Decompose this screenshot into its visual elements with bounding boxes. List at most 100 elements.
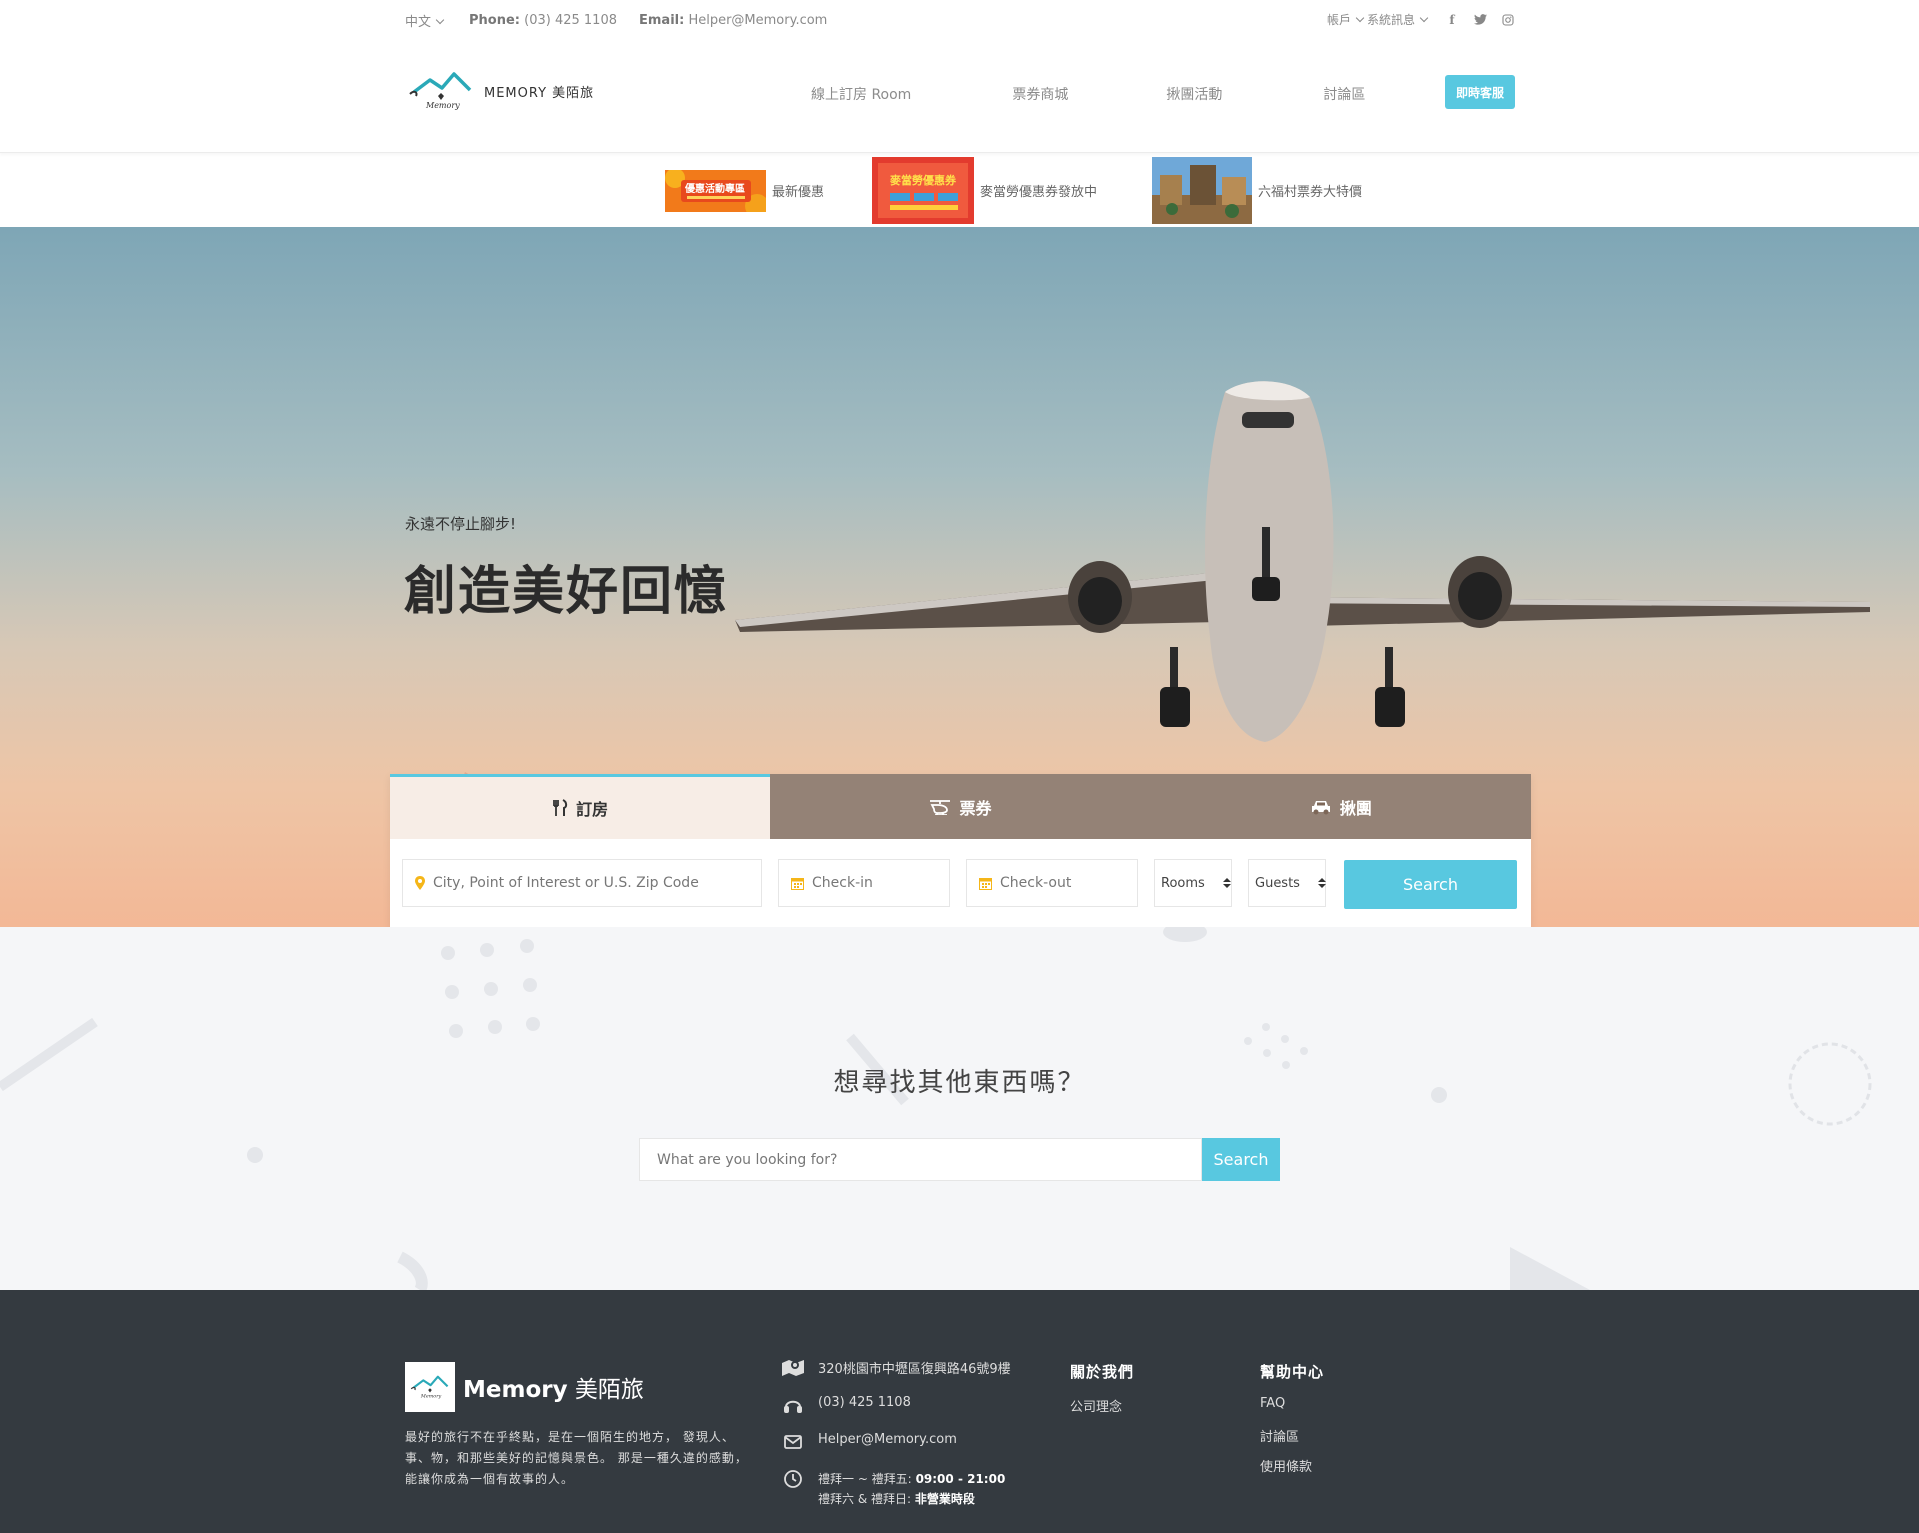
hours-weekday-label: 禮拜一 ~ 禮拜五: <box>818 1472 912 1486</box>
footer-link-terms[interactable]: 使用條款 <box>1260 1456 1324 1486</box>
promo-label: 六福村票券大特價 <box>1258 185 1363 200</box>
select-arrows-icon <box>1317 878 1326 888</box>
checkout-input[interactable]: Check-out <box>966 859 1138 907</box>
logo-icon: Memory <box>409 72 472 110</box>
footer-logo: Memory <box>405 1362 455 1412</box>
account-menu[interactable]: 帳戶 <box>1327 11 1367 28</box>
search-section: 想尋找其他東西嗎？ What are you looking for? Sear… <box>0 927 1919 1290</box>
instagram-icon[interactable] <box>1501 13 1515 27</box>
promo-label: 最新優惠 <box>772 185 825 200</box>
tab-tickets[interactable]: 票券 <box>770 774 1151 839</box>
hours-weekday-time: 09:00 - 21:00 <box>915 1472 1006 1486</box>
promo-item-leofoo[interactable]: 六福村票券大特價 <box>1152 154 1362 227</box>
calendar-icon <box>979 877 992 890</box>
checkin-input[interactable]: Check-in <box>778 859 950 907</box>
footer-link-forum[interactable]: 討論區 <box>1260 1426 1324 1456</box>
svg-text:優惠活動專區: 優惠活動專區 <box>684 182 745 195</box>
rooms-value: Rooms <box>1161 875 1205 891</box>
nav-item-groups[interactable]: 揪團活動 <box>1166 84 1222 104</box>
logo-icon: Memory <box>410 1375 449 1399</box>
svg-text:麥當勞優惠券: 麥當勞優惠券 <box>889 173 957 187</box>
guests-value: Guests <box>1255 875 1300 891</box>
main-navbar: Memory MEMORY 美陌旅 線上訂房 Room 票券商城 揪團活動 討論… <box>0 40 1919 153</box>
promo-label: 麥當勞優惠券發放中 <box>980 185 1098 200</box>
footer-contact: 320桃園市中壢區復興路46號9樓 (03) 425 1108 Helper@M… <box>782 1358 1011 1509</box>
helicopter-icon <box>930 799 951 815</box>
footer-brand[interactable]: Memory Memory 美陌旅 <box>405 1362 644 1412</box>
logo-text: MEMORY 美陌旅 <box>484 85 595 101</box>
site-search-button[interactable]: Search <box>1202 1138 1280 1181</box>
location-placeholder: City, Point of Interest or U.S. Zip Code <box>433 875 699 891</box>
map-icon <box>782 1358 804 1378</box>
phone-value: (03) 425 1108 <box>524 13 617 28</box>
footer-help-title: 幫助中心 <box>1260 1363 1325 1381</box>
headset-icon <box>782 1395 804 1415</box>
footer-hours: 禮拜一 ~ 禮拜五: 09:00 - 21:00 禮拜六 & 禮拜日: 非營業時… <box>782 1469 1011 1509</box>
promo-item-deals[interactable]: 優惠活動專區 最新優惠 <box>665 154 824 227</box>
nav-item-room[interactable]: 線上訂房 Room <box>811 84 911 104</box>
rooms-select[interactable]: Rooms <box>1154 859 1232 907</box>
site-search-placeholder: What are you looking for? <box>657 1151 838 1168</box>
phone-label: Phone: <box>469 13 520 28</box>
email-value[interactable]: Helper@Memory.com <box>688 13 827 28</box>
clock-icon <box>782 1469 804 1489</box>
search-section-title: 想尋找其他東西嗎？ <box>833 1068 1086 1098</box>
footer-brand-zh: 美陌旅 <box>574 1377 644 1403</box>
top-bar: 中文 Phone: (03) 425 1108 Email: Helper@Me… <box>0 0 1919 40</box>
booking-search-button[interactable]: Search <box>1344 860 1517 909</box>
hero-eyebrow: 永遠不停止腳步! <box>405 515 517 533</box>
footer-phone: (03) 425 1108 <box>782 1395 1011 1432</box>
svg-text:Memory: Memory <box>425 101 460 110</box>
twitter-icon[interactable] <box>1473 13 1487 27</box>
facebook-icon[interactable]: f <box>1445 13 1459 27</box>
select-arrows-icon <box>1222 878 1231 888</box>
envelope-icon <box>782 1432 804 1452</box>
map-marker-icon <box>415 876 425 890</box>
svg-text:Memory: Memory <box>420 1393 442 1399</box>
promo-item-mcdonalds[interactable]: 麥當勞優惠券 麥當勞優惠券發放中 <box>872 154 1097 227</box>
footer-email-link[interactable]: Helper@Memory.com <box>818 1432 957 1447</box>
footer-brand-name: Memory 美陌旅 <box>463 1370 644 1404</box>
site-logo[interactable]: Memory MEMORY 美陌旅 <box>408 70 594 112</box>
nav-item-forum[interactable]: 討論區 <box>1323 84 1365 104</box>
utensils-icon <box>553 799 568 816</box>
tab-label: 訂房 <box>576 800 609 819</box>
account-label: 帳戶 <box>1326 13 1351 27</box>
promo-thumbnail: 麥當勞優惠券 <box>872 157 974 224</box>
chevron-down-icon <box>1355 13 1365 23</box>
footer-link-faq[interactable]: FAQ <box>1260 1396 1324 1426</box>
footer-address-text: 320桃園市中壢區復興路46號9樓 <box>818 1362 1011 1377</box>
location-input[interactable]: City, Point of Interest or U.S. Zip Code <box>402 859 762 907</box>
language-label: 中文 <box>405 15 432 30</box>
site-search-input[interactable]: What are you looking for? <box>639 1138 1202 1181</box>
chevron-down-icon <box>435 15 445 25</box>
nav-item-tickets[interactable]: 票券商城 <box>1012 84 1068 104</box>
footer-phone-text: (03) 425 1108 <box>818 1395 911 1410</box>
footer-address: 320桃園市中壢區復興路46號9樓 <box>782 1358 1011 1395</box>
footer-brand-en: Memory <box>463 1377 568 1403</box>
live-support-button[interactable]: 即時客服 <box>1445 75 1515 109</box>
language-selector[interactable]: 中文 <box>405 11 447 30</box>
tab-hotel[interactable]: 訂房 <box>390 774 771 839</box>
promo-strip: 優惠活動專區 最新優惠 麥當勞優惠券 麥當勞優惠券發放中 六福村票券大特價 <box>0 154 1919 227</box>
tab-label: 票券 <box>959 798 992 818</box>
system-menu[interactable]: 系統訊息 <box>1367 11 1431 28</box>
background-decoration <box>0 927 1872 1290</box>
footer-help-column: 幫助中心 FAQ 討論區 使用條款 <box>1260 1361 1324 1486</box>
promo-thumbnail: 優惠活動專區 <box>665 169 766 212</box>
footer-hours-text: 禮拜一 ~ 禮拜五: 09:00 - 21:00 禮拜六 & 禮拜日: 非營業時… <box>818 1469 1005 1509</box>
guests-select[interactable]: Guests <box>1248 859 1326 907</box>
checkin-placeholder: Check-in <box>812 875 873 891</box>
hero-title: 創造美好回憶 <box>404 562 729 622</box>
footer-about-title: 關於我們 <box>1070 1363 1135 1381</box>
email-label: Email: <box>639 13 685 28</box>
chevron-down-icon <box>1419 13 1429 23</box>
nav-links: 線上訂房 Room 票券商城 揪團活動 討論區 <box>811 84 1365 104</box>
car-icon <box>1311 800 1330 814</box>
footer: Memory Memory 美陌旅 最好的旅行不在乎終點，是在一個陌生的地方， … <box>0 1290 1919 1533</box>
tab-groups[interactable]: 揪團 <box>1150 774 1531 839</box>
footer-link-philosophy[interactable]: 公司理念 <box>1070 1396 1134 1426</box>
promo-thumbnail <box>1152 157 1252 224</box>
booking-tabs: 訂房 票券 揪團 <box>390 774 1531 839</box>
footer-email: Helper@Memory.com <box>782 1432 1011 1469</box>
